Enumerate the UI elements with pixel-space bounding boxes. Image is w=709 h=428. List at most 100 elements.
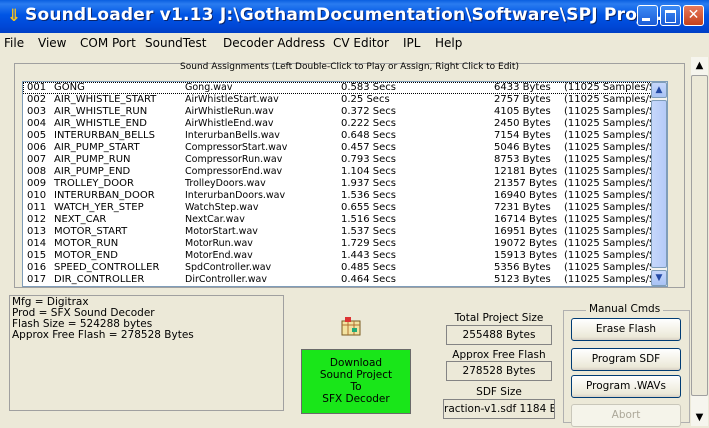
sound-duration: 0.485 Secs — [341, 262, 397, 273]
sound-row[interactable]: 016 SPEED_CONTROLLER SpdController.wav 0.48… — [23, 262, 652, 274]
window-scroll-thumb[interactable] — [691, 75, 708, 396]
sound-name: DIR_CONTROLLER — [54, 274, 145, 285]
sound-format: (11025 Samples/Sec, 1 C — [564, 190, 652, 201]
sound-bytes: 4105 Bytes — [494, 106, 551, 117]
sound-row[interactable]: 011 WATCH_YER_STEP WatchStep.wav 0.655 Secs… — [23, 202, 652, 214]
sound-name: MOTOR_RUN — [54, 238, 119, 249]
sound-row[interactable]: 009 TROLLEY_DOOR TrolleyDoors.wav 1.937 Sec… — [23, 178, 652, 190]
total-project-size-label: Total Project Size — [454, 312, 544, 324]
sound-row[interactable]: 006 AIR_PUMP_START CompressorStart.wav 0.45… — [23, 142, 652, 154]
program-sdf-button[interactable]: Program SDF — [571, 348, 681, 371]
sound-bytes: 16714 Bytes — [494, 214, 558, 225]
sound-row[interactable]: 002 AIR_WHISTLE_START AirWhistleStart.wav 0… — [23, 94, 652, 106]
sound-id: 003 — [27, 106, 47, 117]
sound-format: (11025 Samples/Sec, 1 C — [564, 274, 652, 285]
menu-ipl[interactable]: IPL — [403, 36, 420, 50]
sound-name: AIR_WHISTLE_RUN — [54, 106, 148, 117]
program-wavs-button[interactable]: Program .WAVs — [571, 375, 681, 398]
sound-file: CompressorStart.wav — [185, 142, 288, 153]
sound-row[interactable]: 003 AIR_WHISTLE_RUN AirWhistleRun.wav 0.372… — [23, 106, 652, 118]
sound-duration: 0.464 Secs — [341, 274, 397, 285]
close-icon: ✕ — [687, 7, 700, 23]
title-bar[interactable]: ⇓ SoundLoader v1.13 J:\GothamDocumentati… — [0, 0, 709, 33]
scroll-down-button[interactable]: ▼ — [651, 270, 667, 286]
list-scrollbar[interactable]: ▲ ▼ — [651, 82, 667, 286]
menu-file[interactable]: File — [4, 36, 24, 50]
sound-row[interactable]: 007 AIR_PUMP_RUN CompressorRun.wav 0.793 Se… — [23, 154, 652, 166]
decoder-free-flash: Approx Free Flash = 278528 Bytes — [12, 329, 194, 341]
sound-row[interactable]: 012 NEXT_CAR NextCar.wav 1.516 Secs 16714 By… — [23, 214, 652, 226]
sound-id: 001 — [27, 82, 47, 93]
sound-name: AIR_WHISTLE_START — [54, 94, 157, 105]
app-download-icon: ⇓ — [6, 6, 22, 26]
sound-format: (11025 Samples/Sec, 1 C — [564, 178, 652, 189]
menu-view[interactable]: View — [38, 36, 66, 50]
sound-row[interactable]: 008 AIR_PUMP_END CompressorEnd.wav 1.104 Se… — [23, 166, 652, 178]
sound-id: 007 — [27, 154, 47, 165]
window-scroll-up-icon[interactable]: ▲ — [691, 57, 708, 74]
sound-row[interactable]: 017 DIR_CONTROLLER DirController.wav 0.464 … — [23, 274, 652, 286]
sound-id: 014 — [27, 238, 47, 249]
sound-id: 009 — [27, 178, 47, 189]
close-button[interactable]: ✕ — [683, 5, 704, 26]
sound-assignments-list[interactable]: 001 GONG Gong.wav 0.583 Secs 6433 Bytes (1102… — [22, 81, 668, 287]
sound-file: MotorEnd.wav — [185, 250, 253, 261]
sound-row[interactable]: 015 MOTOR_END MotorEnd.wav 1.443 Secs 15913 … — [23, 250, 652, 262]
sound-duration: 0.583 Secs — [341, 82, 397, 93]
sound-name: MOTOR_START — [54, 226, 128, 237]
sound-bytes: 7231 Bytes — [494, 202, 551, 213]
menu-decoder-address[interactable]: Decoder Address — [223, 36, 325, 50]
sound-file: TrolleyDoors.wav — [185, 178, 266, 189]
minimize-button[interactable] — [637, 5, 658, 26]
sound-id: 017 — [27, 274, 47, 285]
sound-row[interactable]: 005 INTERURBAN_BELLS InterurbanBells.wav 0.… — [23, 130, 652, 142]
sound-row[interactable]: 001 GONG Gong.wav 0.583 Secs 6433 Bytes (1102… — [23, 82, 652, 94]
map-icon — [341, 317, 361, 336]
sound-format: (11025 Samples/Sec, 1 C — [564, 106, 652, 117]
download-to-decoder-button[interactable]: Download Sound Project To SFX Decoder — [301, 349, 411, 414]
sound-file: MotorRun.wav — [185, 238, 253, 249]
download-line-1: Download — [329, 357, 383, 369]
list-scroll-thumb[interactable] — [651, 100, 667, 268]
menu-help[interactable]: Help — [435, 36, 462, 50]
download-line-3: To — [350, 381, 362, 393]
menu-soundtest[interactable]: SoundTest — [145, 36, 206, 50]
manual-cmds-title: Manual Cmds — [586, 303, 664, 315]
sound-file: MotorStart.wav — [185, 226, 258, 237]
sound-id: 012 — [27, 214, 47, 225]
sound-assignments-panel: Sound Assignments (Left Double-Click to … — [14, 62, 685, 288]
sound-format: (11025 Samples/Sec, 1 C — [564, 166, 652, 177]
sound-name: AIR_WHISTLE_END — [54, 118, 147, 129]
sound-format: (11025 Samples/Sec, 1 C — [564, 238, 652, 249]
sound-duration: 0.793 Secs — [341, 154, 397, 165]
sound-row[interactable]: 010 INTERURBAN_DOOR InterurbanDoors.wav 1.5… — [23, 190, 652, 202]
erase-flash-button[interactable]: Erase Flash — [571, 318, 681, 341]
window-scroll-down-icon[interactable]: ▼ — [691, 409, 708, 426]
sound-duration: 0.222 Secs — [341, 118, 397, 129]
sound-bytes: 2757 Bytes — [494, 94, 551, 105]
sound-duration: 0.655 Secs — [341, 202, 397, 213]
sdf-size-label: SDF Size — [476, 386, 522, 398]
sound-file: SpdController.wav — [185, 262, 272, 273]
sound-name: WATCH_YER_STEP — [54, 202, 144, 213]
sound-row[interactable]: 014 MOTOR_RUN MotorRun.wav 1.729 Secs 19072 … — [23, 238, 652, 250]
menu-com-port[interactable]: COM Port — [80, 36, 136, 50]
window-scrollbar[interactable]: ▲ ▼ — [691, 57, 708, 426]
sound-row[interactable]: 004 AIR_WHISTLE_END AirWhistleEnd.wav 0.222… — [23, 118, 652, 130]
sound-format: (11025 Samples/Sec, 1 C — [564, 130, 652, 141]
sound-duration: 1.536 Secs — [341, 190, 397, 201]
scroll-up-button[interactable]: ▲ — [651, 82, 667, 98]
sound-format: (11025 Samples/Sec, 1 C — [564, 226, 652, 237]
sound-name: MOTOR_END — [54, 250, 118, 261]
sound-row[interactable]: 013 MOTOR_START MotorStart.wav 1.537 Secs 16… — [23, 226, 652, 238]
sound-id: 006 — [27, 142, 47, 153]
sound-file: InterurbanDoors.wav — [185, 190, 286, 201]
sound-format: (11025 Samples/Sec, 1 C — [564, 142, 652, 153]
maximize-button[interactable] — [660, 5, 681, 26]
sound-format: (11025 Samples/Sec, 1 C — [564, 214, 652, 225]
sound-format: (11025 Samples/Sec, 1 C — [564, 202, 652, 213]
minimize-icon — [642, 18, 650, 21]
abort-button[interactable]: Abort — [571, 404, 681, 427]
menu-cv-editor[interactable]: CV Editor — [333, 36, 389, 50]
sound-duration: 0.372 Secs — [341, 106, 397, 117]
